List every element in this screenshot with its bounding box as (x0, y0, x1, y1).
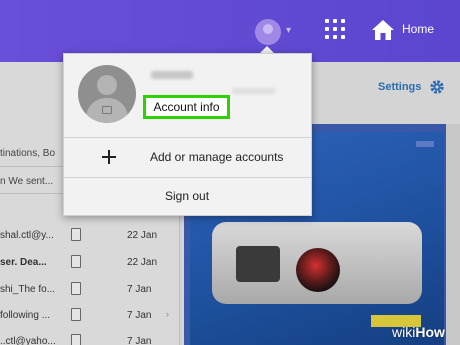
sender-name: shi_The fo... (0, 284, 56, 295)
watermark-logo: wikiHow (392, 324, 445, 340)
sign-out-item[interactable]: Sign out (165, 189, 209, 203)
message-date: 7 Jan (127, 284, 152, 295)
table-row[interactable]: shal.ctl@y... 22 Jan (0, 225, 176, 247)
message-date: 22 Jan (127, 257, 158, 268)
chevron-down-icon[interactable]: ▾ (286, 25, 296, 37)
table-row[interactable]: ..ctl@yaho... 7 Jan (0, 331, 176, 345)
projector-panel (236, 246, 280, 282)
apps-grid-icon[interactable] (325, 19, 347, 41)
home-icon[interactable] (371, 19, 395, 41)
message-date: 7 Jan (127, 336, 152, 345)
home-link[interactable]: Home (402, 22, 434, 36)
gear-icon[interactable] (429, 79, 445, 95)
document-icon (71, 308, 81, 321)
projector-lens (296, 248, 340, 292)
profile-picture[interactable] (78, 65, 136, 123)
sender-name: shal.ctl@y... (0, 230, 54, 241)
ad-brand-mark (416, 141, 434, 147)
menu-divider (64, 137, 311, 138)
sender-name: following ... (0, 310, 51, 321)
plus-icon[interactable] (102, 150, 116, 164)
chevron-right-icon[interactable]: › (166, 309, 169, 319)
menu-divider (64, 177, 311, 178)
document-icon (71, 334, 81, 345)
table-row[interactable]: following ... 7 Jan (0, 305, 176, 327)
message-snippet: tinations, Bo (0, 148, 56, 159)
account-name-blurred (151, 71, 193, 79)
account-email-blurred (232, 88, 276, 94)
message-snippet: n We sent... (0, 176, 54, 187)
settings-link[interactable]: Settings (378, 81, 421, 93)
document-icon (71, 255, 81, 268)
camera-icon (102, 106, 112, 114)
account-info-link[interactable]: Account info (143, 95, 230, 119)
message-date: 22 Jan (127, 230, 158, 241)
scroll-strip (446, 124, 460, 345)
document-icon (71, 282, 81, 295)
sender-name: ..ctl@yaho... (0, 336, 56, 345)
sender-name: ser. Dea... (0, 257, 47, 268)
message-date: 7 Jan (127, 310, 152, 321)
table-row[interactable]: ser. Dea... 22 Jan (0, 252, 176, 274)
profile-avatar-button[interactable] (255, 19, 281, 45)
add-manage-accounts-item[interactable]: Add or manage accounts (150, 150, 283, 164)
table-row[interactable]: shi_The fo... 7 Jan (0, 279, 176, 301)
document-icon (71, 228, 81, 241)
